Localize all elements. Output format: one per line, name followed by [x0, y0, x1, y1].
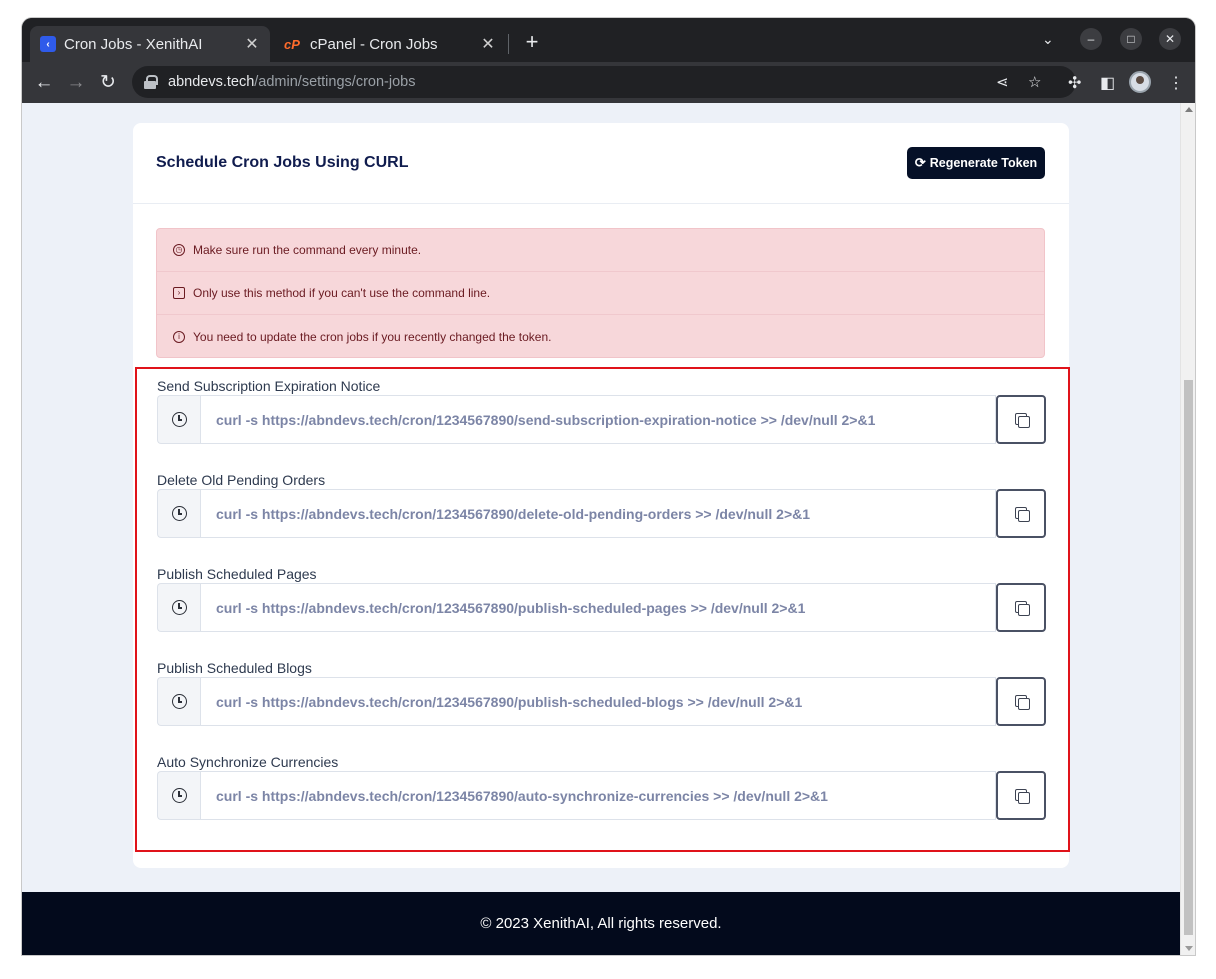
- copy-icon: [1014, 507, 1030, 522]
- copy-button[interactable]: [996, 489, 1046, 538]
- new-tab-icon[interactable]: +: [520, 31, 544, 55]
- copy-button[interactable]: [996, 677, 1046, 726]
- terminal-icon: ›: [173, 287, 185, 299]
- clock-icon: [171, 600, 187, 615]
- regenerate-token-button[interactable]: ⟳ Regenerate Token: [907, 147, 1045, 179]
- scroll-down-arrow-icon[interactable]: [1185, 946, 1193, 951]
- copy-icon: [1014, 695, 1030, 710]
- star-icon[interactable]: ☆: [1028, 73, 1041, 91]
- cron-job-publish-scheduled-pages: Publish Scheduled Pages curl -s https://…: [157, 566, 1046, 632]
- notice-item: › Only use this method if you can't use …: [157, 272, 1044, 315]
- share-icon[interactable]: ⋖: [996, 73, 1009, 91]
- close-tab-icon[interactable]: ✕: [480, 34, 496, 54]
- cron-job-send-subscription-expiration-notice: Send Subscription Expiration Notice curl…: [157, 378, 1046, 444]
- tab-cron-jobs-xenithai[interactable]: ‹ Cron Jobs - XenithAI ✕: [30, 26, 270, 62]
- tab-cpanel-cron-jobs[interactable]: cP cPanel - Cron Jobs ✕: [272, 26, 506, 62]
- job-input-group: curl -s https://abndevs.tech/cron/123456…: [157, 677, 1046, 726]
- browser-window: ‹ Cron Jobs - XenithAI ✕ cP cPanel - Cro…: [22, 18, 1195, 955]
- command-field[interactable]: curl -s https://abndevs.tech/cron/123456…: [200, 583, 996, 632]
- address-bar[interactable]: abndevs.tech/admin/settings/cron-jobs ⋖ …: [132, 66, 1076, 98]
- job-input-group: curl -s https://abndevs.tech/cron/123456…: [157, 771, 1046, 820]
- copy-icon: [1014, 601, 1030, 616]
- more-menu-icon[interactable]: ⋮: [1168, 73, 1184, 93]
- cpanel-favicon-icon: cP: [284, 36, 300, 52]
- clock-icon: [171, 694, 187, 709]
- scroll-up-arrow-icon[interactable]: [1185, 107, 1193, 112]
- regenerate-token-label: Regenerate Token: [929, 156, 1038, 170]
- scrollbar-thumb[interactable]: [1184, 380, 1193, 935]
- page-footer: © 2023 XenithAI, All rights reserved.: [22, 892, 1180, 955]
- copy-button[interactable]: [996, 771, 1046, 820]
- copy-button[interactable]: [996, 583, 1046, 632]
- notice-text: You need to update the cron jobs if you …: [193, 329, 552, 344]
- command-field[interactable]: curl -s https://abndevs.tech/cron/123456…: [200, 395, 996, 444]
- notice-text: Only use this method if you can't use th…: [193, 286, 491, 300]
- side-panel-icon[interactable]: ◧: [1100, 73, 1115, 93]
- clock-icon: [171, 412, 187, 427]
- back-arrow-icon[interactable]: ←: [32, 71, 56, 95]
- notice-item: i You need to update the cron jobs if yo…: [157, 315, 1044, 358]
- url-host: abndevs.tech: [168, 74, 255, 90]
- job-input-group: curl -s https://abndevs.tech/cron/123456…: [157, 489, 1046, 538]
- vertical-scrollbar[interactable]: [1180, 103, 1195, 955]
- clock-icon: ◷: [173, 244, 185, 256]
- reload-icon[interactable]: ↻: [96, 71, 120, 95]
- copy-button[interactable]: [996, 395, 1046, 444]
- tab-separator: [508, 34, 509, 54]
- xenithai-favicon-icon: ‹: [40, 36, 56, 52]
- command-field[interactable]: curl -s https://abndevs.tech/cron/123456…: [200, 677, 996, 726]
- clock-icon: [171, 788, 187, 803]
- page-viewport: Schedule Cron Jobs Using CURL ⟳ Regenera…: [22, 103, 1195, 955]
- notice-item: ◷ Make sure run the command every minute…: [157, 229, 1044, 272]
- notice-text: Make sure run the command every minute.: [193, 243, 422, 257]
- avatar[interactable]: [1129, 71, 1151, 93]
- command-field[interactable]: curl -s https://abndevs.tech/cron/123456…: [200, 771, 996, 820]
- job-input-group: curl -s https://abndevs.tech/cron/123456…: [157, 583, 1046, 632]
- url-path: /admin/settings/cron-jobs: [254, 74, 416, 90]
- tab-title: cPanel - Cron Jobs: [310, 35, 438, 53]
- clock-addon: [157, 677, 200, 726]
- extensions-icon[interactable]: ✣: [1068, 73, 1081, 93]
- command-field[interactable]: curl -s https://abndevs.tech/cron/123456…: [200, 489, 996, 538]
- cron-job-auto-synchronize-currencies: Auto Synchronize Currencies curl -s http…: [157, 754, 1046, 820]
- copy-icon: [1014, 789, 1030, 804]
- tab-title: Cron Jobs - XenithAI: [64, 35, 203, 53]
- browser-toolbar: ← → ↻ abndevs.tech/admin/settings/cron-j…: [22, 62, 1195, 103]
- close-window-icon[interactable]: ✕: [1159, 28, 1181, 50]
- job-input-group: curl -s https://abndevs.tech/cron/123456…: [157, 395, 1046, 444]
- clock-addon: [157, 489, 200, 538]
- card-title: Schedule Cron Jobs Using CURL: [156, 154, 409, 171]
- clock-addon: [157, 583, 200, 632]
- card-header: Schedule Cron Jobs Using CURL ⟳ Regenera…: [133, 123, 1069, 204]
- footer-copyright: © 2023 XenithAI, All rights reserved.: [480, 915, 722, 932]
- minimize-icon[interactable]: –: [1080, 28, 1102, 50]
- clock-addon: [157, 395, 200, 444]
- cron-job-publish-scheduled-blogs: Publish Scheduled Blogs curl -s https://…: [157, 660, 1046, 726]
- tab-strip: ‹ Cron Jobs - XenithAI ✕ cP cPanel - Cro…: [22, 18, 1195, 62]
- chevron-down-icon[interactable]: ⌄: [1042, 31, 1054, 48]
- forward-arrow-icon[interactable]: →: [64, 71, 88, 95]
- close-tab-icon[interactable]: ✕: [244, 34, 260, 54]
- clock-addon: [157, 771, 200, 820]
- notice-alert: ◷ Make sure run the command every minute…: [156, 228, 1045, 358]
- copy-icon: [1014, 413, 1030, 428]
- lock-icon: [144, 75, 158, 89]
- cron-job-delete-old-pending-orders: Delete Old Pending Orders curl -s https:…: [157, 472, 1046, 538]
- clock-icon: [171, 506, 187, 521]
- info-icon: i: [173, 330, 185, 343]
- refresh-icon: ⟳: [914, 155, 926, 170]
- maximize-icon[interactable]: □: [1120, 28, 1142, 50]
